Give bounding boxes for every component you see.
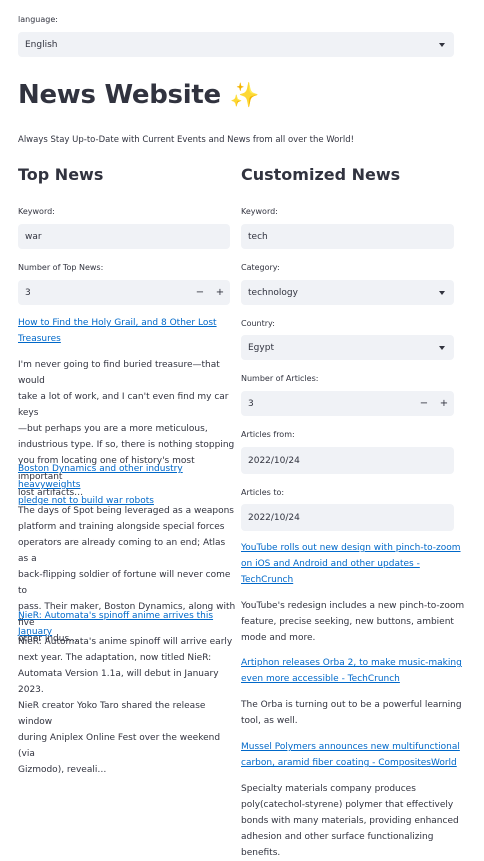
top-keyword-label: Keyword:	[18, 207, 55, 216]
country-label: Country:	[241, 319, 275, 328]
language-select[interactable]: English	[18, 32, 454, 57]
language-label: language:	[18, 15, 58, 24]
top-article-link[interactable]: Boston Dynamics and other industry heavy…	[18, 461, 238, 509]
increment-button[interactable]: +	[434, 391, 454, 416]
desc-line: NieR creator Yoko Taro shared the releas…	[18, 701, 206, 727]
articles-count-value: 3	[248, 398, 254, 409]
custom-article-title-line: TechCrunch	[241, 575, 294, 585]
top-article-title-line: Boston Dynamics and other industry heavy…	[18, 464, 183, 490]
articles-from-date-input[interactable]: 2022/10/24	[241, 447, 454, 474]
articles-to-value: 2022/10/24	[248, 512, 300, 523]
articles-to-date-input[interactable]: 2022/10/24	[241, 504, 454, 531]
articles-count-label: Number of Articles:	[241, 374, 319, 383]
articles-from-label: Articles from:	[241, 430, 295, 439]
custom-article-title-line: Mussel Polymers announces new multifunct…	[241, 742, 460, 752]
sparkles-icon: ✨	[229, 81, 260, 109]
desc-line: adhesion and other surface functionalizi…	[241, 832, 434, 842]
custom-article-title-line: Artiphon releases Orba 2, to make music-…	[241, 658, 462, 668]
custom-article-link[interactable]: Mussel Polymers announces new multifunct…	[241, 739, 466, 771]
chevron-down-icon	[439, 345, 445, 350]
category-select[interactable]: technology	[241, 280, 454, 305]
desc-line: The Orba is turning out to be a powerful…	[241, 700, 462, 710]
news-app: language: English News Website ✨ Always …	[0, 0, 484, 860]
desc-line: —but perhaps you are a more meticulous,	[18, 424, 208, 434]
page-subtitle: Always Stay Up-to-Date with Current Even…	[18, 135, 355, 145]
chevron-down-icon	[439, 42, 445, 47]
articles-to-label: Articles to:	[241, 488, 285, 497]
decrement-button[interactable]: −	[414, 391, 434, 416]
top-article-title-line: How to Find the Holy Grail, and 8 Other …	[18, 318, 217, 328]
desc-line: back-flipping soldier of fortune will ne…	[18, 570, 231, 596]
custom-article-link[interactable]: YouTube rolls out new design with pinch-…	[241, 540, 466, 588]
custom-article-title-line: even more accessible - TechCrunch	[241, 674, 400, 684]
desc-line: Gizmodo), reveali…	[18, 765, 107, 775]
top-article-description: NieR: Automata's anime spinoff will arri…	[18, 634, 238, 778]
desc-line: next year. The adaptation, now titled Ni…	[18, 653, 212, 663]
custom-keyword-label: Keyword:	[241, 207, 278, 216]
custom-keyword-input[interactable]: tech	[241, 224, 454, 249]
desc-line: tool, as well.	[241, 716, 298, 726]
desc-line: mode and more.	[241, 633, 316, 643]
top-count-stepper[interactable]: 3 − +	[18, 280, 230, 305]
top-count-label: Number of Top News:	[18, 263, 104, 272]
page-title: News Website ✨	[18, 80, 259, 110]
custom-article-link[interactable]: Artiphon releases Orba 2, to make music-…	[241, 655, 466, 687]
desc-line: feature, precise seeking, new buttons, a…	[241, 617, 454, 627]
desc-line: operators are already coming to an end; …	[18, 538, 226, 564]
desc-line: take a lot of work, and I can't even fin…	[18, 392, 229, 418]
customized-news-heading: Customized News	[241, 165, 401, 184]
custom-article-title-line: carbon, aramid fiber coating - Composite…	[241, 758, 457, 768]
top-keyword-input[interactable]: war	[18, 224, 230, 249]
desc-line: industrious type. If so, there is nothin…	[18, 440, 235, 450]
country-value: Egypt	[248, 342, 274, 353]
desc-line: The days of Spot being leveraged as a we…	[18, 506, 234, 516]
desc-line: YouTube's redesign includes a new pinch-…	[241, 601, 465, 611]
custom-article-description: YouTube's redesign includes a new pinch-…	[241, 598, 466, 646]
category-label: Category:	[241, 263, 280, 272]
articles-from-value: 2022/10/24	[248, 455, 300, 466]
custom-article-description: Specialty materials company produces pol…	[241, 781, 466, 861]
custom-keyword-value: tech	[248, 231, 268, 242]
category-value: technology	[248, 287, 298, 298]
top-keyword-value: war	[25, 231, 42, 242]
desc-line: Automata Version 1.1a, will debut in Jan…	[18, 669, 219, 695]
desc-line: I'm never going to find buried treasure—…	[18, 360, 220, 386]
custom-article-title-line: on iOS and Android and other updates -	[241, 559, 420, 569]
desc-line: bonds with many materials, providing enh…	[241, 816, 459, 826]
page-title-text: News Website	[18, 80, 221, 110]
decrement-button[interactable]: −	[190, 280, 210, 305]
desc-line: poly(catechol-styrene) polymer that effe…	[241, 800, 454, 810]
desc-line: benefits.	[241, 848, 281, 858]
articles-count-stepper[interactable]: 3 − +	[241, 391, 454, 416]
country-select[interactable]: Egypt	[241, 335, 454, 360]
chevron-down-icon	[439, 290, 445, 295]
desc-line: platform and training alongside special …	[18, 522, 225, 532]
custom-article-title-line: YouTube rolls out new design with pinch-…	[241, 543, 461, 553]
increment-button[interactable]: +	[210, 280, 230, 305]
custom-article-description: The Orba is turning out to be a powerful…	[241, 697, 466, 729]
language-value: English	[25, 39, 58, 50]
top-article-title-line: Treasures	[18, 334, 61, 344]
desc-line: NieR: Automata's anime spinoff will arri…	[18, 637, 233, 647]
top-news-heading: Top News	[18, 165, 104, 184]
desc-line: during Aniplex Online Fest over the week…	[18, 733, 221, 759]
desc-line: Specialty materials company produces	[241, 784, 416, 794]
top-article-link[interactable]: How to Find the Holy Grail, and 8 Other …	[18, 315, 233, 347]
top-count-value: 3	[25, 287, 31, 298]
